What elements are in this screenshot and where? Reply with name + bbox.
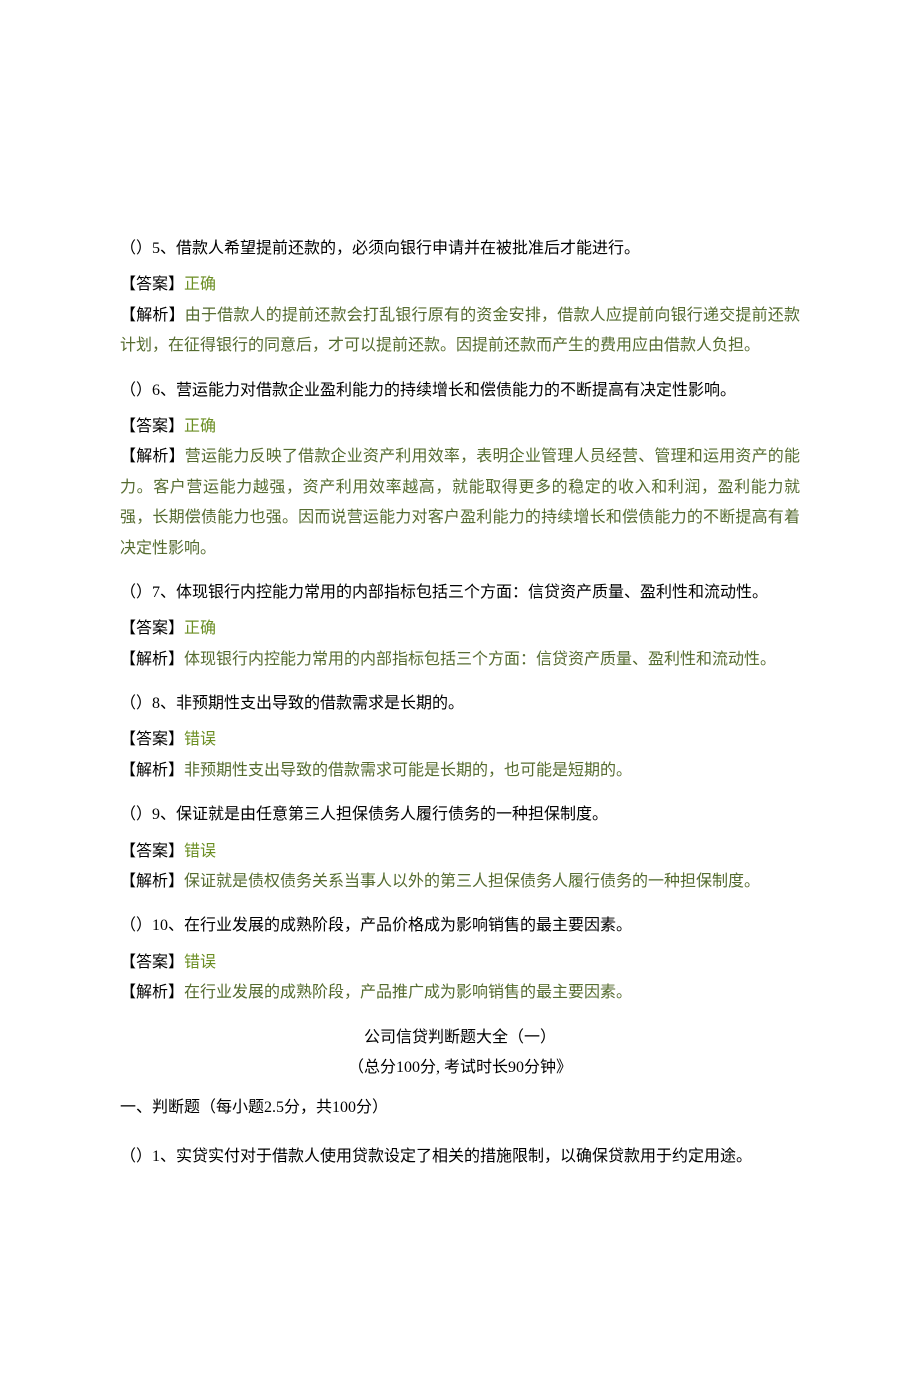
answer-10: 【答案】错误: [120, 948, 800, 978]
explanation-5: 【解析】由于借款人的提前还款会打乱银行原有的资金安排，借款人应提前向银行递交提前…: [120, 301, 800, 362]
answer-label: 【答案】: [120, 418, 184, 435]
answer-value: 正确: [184, 620, 216, 637]
explain-label: 【解析】: [120, 307, 185, 324]
question-7: （）7、体现银行内控能力常用的内部指标包括三个方面：信贷资产质量、盈利性和流动性…: [120, 578, 800, 608]
answer-value: 错误: [184, 954, 216, 971]
question-9: （）9、保证就是由任意第三人担保债务人履行债务的一种担保制度。: [120, 800, 800, 830]
explain-label: 【解析】: [120, 984, 184, 1001]
answer-label: 【答案】: [120, 620, 184, 637]
question-5: （）5、借款人希望提前还款的，必须向银行申请并在被批准后才能进行。: [120, 234, 800, 264]
answer-9: 【答案】错误: [120, 837, 800, 867]
question-8: （）8、非预期性支出导致的借款需求是长期的。: [120, 689, 800, 719]
answer-value: 正确: [184, 276, 216, 293]
explain-label: 【解析】: [120, 762, 184, 779]
explain-text: 在行业发展的成熟阶段，产品推广成为影响销售的最主要因素。: [184, 984, 632, 1001]
explain-label: 【解析】: [120, 873, 184, 890]
explain-text: 营运能力反映了借款企业资产利用效率，表明企业管理人员经营、管理和运用资产的能力。…: [120, 448, 800, 556]
question-6: （）6、营运能力对借款企业盈利能力的持续增长和偿债能力的不断提高有决定性影响。: [120, 376, 800, 406]
explain-text: 保证就是债权债务关系当事人以外的第三人担保债务人履行债务的一种担保制度。: [184, 873, 760, 890]
explanation-10: 【解析】在行业发展的成熟阶段，产品推广成为影响销售的最主要因素。: [120, 978, 800, 1008]
title-line-1: 公司信贷判断题大全（一）: [120, 1023, 800, 1053]
explanation-9: 【解析】保证就是债权债务关系当事人以外的第三人担保债务人履行债务的一种担保制度。: [120, 867, 800, 897]
answer-value: 错误: [184, 731, 216, 748]
question-10: （）10、在行业发展的成熟阶段，产品价格成为影响销售的最主要因素。: [120, 911, 800, 941]
explanation-7: 【解析】体现银行内控能力常用的内部指标包括三个方面：信贷资产质量、盈利性和流动性…: [120, 645, 800, 675]
answer-label: 【答案】: [120, 731, 184, 748]
answer-value: 正确: [184, 418, 216, 435]
section-header: 一、判断题（每小题2.5分，共100分）: [120, 1093, 800, 1123]
answer-7: 【答案】正确: [120, 614, 800, 644]
answer-8: 【答案】错误: [120, 725, 800, 755]
explain-text: 体现银行内控能力常用的内部指标包括三个方面：信贷资产质量、盈利性和流动性。: [184, 651, 776, 668]
explain-label: 【解析】: [120, 651, 184, 668]
question-next-1: （）1、实贷实付对于借款人使用贷款设定了相关的措施限制，以确保贷款用于约定用途。: [120, 1142, 800, 1172]
answer-label: 【答案】: [120, 276, 184, 293]
answer-label: 【答案】: [120, 843, 184, 860]
explanation-8: 【解析】非预期性支出导致的借款需求可能是长期的，也可能是短期的。: [120, 756, 800, 786]
answer-value: 错误: [184, 843, 216, 860]
document-page: （）5、借款人希望提前还款的，必须向银行申请并在被批准后才能进行。 【答案】正确…: [0, 0, 920, 1378]
explain-text: 非预期性支出导致的借款需求可能是长期的，也可能是短期的。: [184, 762, 632, 779]
title-line-2: （总分100分, 考试时长90分钟》: [120, 1053, 800, 1083]
explain-text: 由于借款人的提前还款会打乱银行原有的资金安排，借款人应提前向银行递交提前还款计划…: [120, 307, 800, 354]
answer-6: 【答案】正确: [120, 412, 800, 442]
answer-5: 【答案】正确: [120, 270, 800, 300]
explain-label: 【解析】: [120, 448, 185, 465]
answer-label: 【答案】: [120, 954, 184, 971]
explanation-6: 【解析】营运能力反映了借款企业资产利用效率，表明企业管理人员经营、管理和运用资产…: [120, 442, 800, 564]
document-title-block: 公司信贷判断题大全（一） （总分100分, 考试时长90分钟》: [120, 1023, 800, 1084]
